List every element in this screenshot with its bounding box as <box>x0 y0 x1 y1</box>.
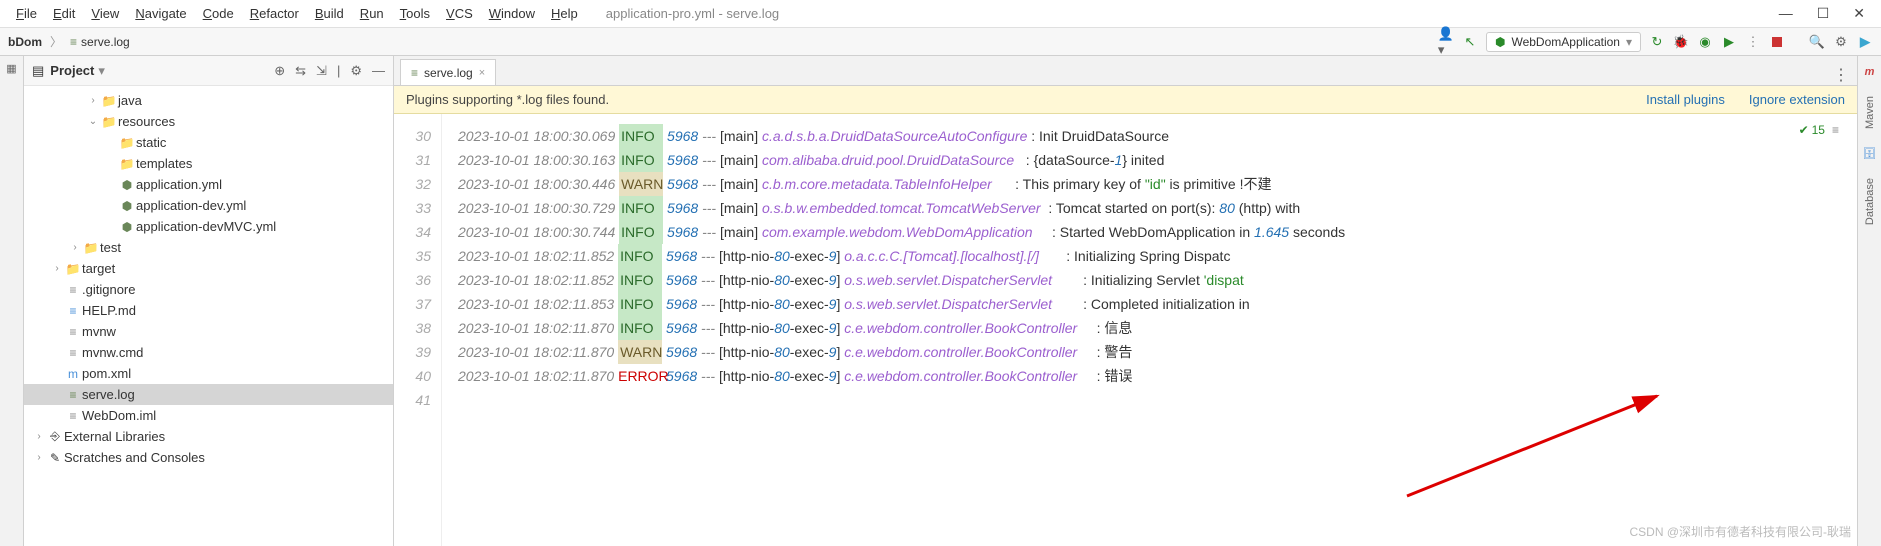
main-toolbar: bDom 〉 ≡ serve.log 👤▾ ↖ ⬢ WebDomApplicat… <box>0 28 1881 56</box>
project-panel-title: Project <box>50 63 94 78</box>
close-tab-icon[interactable]: × <box>479 67 485 79</box>
tree-item-mvnw[interactable]: ≡mvnw <box>24 321 393 342</box>
right-tool-strip: m Maven 🗄 Database <box>1857 56 1881 546</box>
coverage-icon[interactable]: ◉ <box>1697 34 1713 50</box>
tree-item-static[interactable]: 📁static <box>24 132 393 153</box>
install-plugins-link[interactable]: Install plugins <box>1646 92 1725 107</box>
log-line: 2023-10-01 18:00:30.163 INFO 5968 --- [m… <box>442 148 1857 172</box>
tree-item-webdom-iml[interactable]: ≡WebDom.iml <box>24 405 393 426</box>
project-tree[interactable]: ›📁java⌄📁resources📁static📁templates⬢appli… <box>24 86 393 546</box>
sync-icon[interactable]: ↻ <box>1649 34 1665 50</box>
menu-window[interactable]: Window <box>481 3 543 24</box>
log-line: 2023-10-01 18:02:11.853 INFO 5968 --- [h… <box>442 292 1857 316</box>
hide-icon[interactable]: — <box>372 63 385 79</box>
editor-tab-label: serve.log <box>424 66 473 80</box>
log-viewer[interactable]: 303132333435363738394041 ✔ 15 2023-10-01… <box>394 114 1857 546</box>
maven-tool-label[interactable]: Maven <box>1864 96 1876 129</box>
menu-build[interactable]: Build <box>307 3 352 24</box>
tree-item-target[interactable]: ›📁target <box>24 258 393 279</box>
maximize-icon[interactable]: ☐ <box>1817 5 1830 22</box>
locate-icon[interactable]: ⊕ <box>274 63 285 79</box>
log-line: 2023-10-01 18:00:30.729 INFO 5968 --- [m… <box>442 196 1857 220</box>
tree-item-application-devmvc-yml[interactable]: ⬢application-devMVC.yml <box>24 216 393 237</box>
tree-item-scratches-and-consoles[interactable]: ›✎Scratches and Consoles <box>24 447 393 468</box>
banner-text: Plugins supporting *.log files found. <box>406 92 609 107</box>
log-line: 2023-10-01 18:02:11.870 WARN 5968 --- [h… <box>442 340 1857 364</box>
menu-help[interactable]: Help <box>543 3 586 24</box>
tree-item-external-libraries[interactable]: ›⎆External Libraries <box>24 426 393 447</box>
menu-tools[interactable]: Tools <box>392 3 438 24</box>
tree-item-java[interactable]: ›📁java <box>24 90 393 111</box>
gear-icon[interactable]: ⚙ <box>350 63 362 79</box>
watermark: CSDN @深圳市有德者科技有限公司-耿瑞 <box>1629 523 1851 540</box>
plugins-banner: Plugins supporting *.log files found. In… <box>394 86 1857 114</box>
minimize-icon[interactable]: — <box>1779 5 1793 22</box>
database-tool-label[interactable]: Database <box>1864 178 1876 225</box>
inspection-badge[interactable]: ✔ 15 <box>1799 118 1839 142</box>
menu-run[interactable]: Run <box>352 3 392 24</box>
line-gutter: 303132333435363738394041 <box>394 114 442 546</box>
menu-bar: FileEditViewNavigateCodeRefactorBuildRun… <box>0 0 1881 28</box>
menu-vcs[interactable]: VCS <box>438 3 481 24</box>
menu-file[interactable]: File <box>8 3 45 24</box>
maven-tool-icon[interactable]: m <box>1865 66 1875 78</box>
run-config-selector[interactable]: ⬢ WebDomApplication ▾ <box>1486 32 1641 52</box>
editor-tab-serve-log[interactable]: ≡ serve.log × <box>400 59 496 85</box>
log-line: 2023-10-01 18:00:30.744 INFO 5968 --- [m… <box>442 220 1857 244</box>
log-line: 2023-10-01 18:02:11.852 INFO 5968 --- [h… <box>442 268 1857 292</box>
tree-item-templates[interactable]: 📁templates <box>24 153 393 174</box>
tree-item-serve-log[interactable]: ≡serve.log <box>24 384 393 405</box>
log-line: 2023-10-01 18:00:30.069 INFO 5968 --- [m… <box>442 124 1857 148</box>
profile-icon[interactable]: ▶ <box>1721 34 1737 50</box>
project-panel: ▤ Project ▾ ⊕ ⇆ ⇲ | ⚙ — ›📁java⌄📁resource… <box>24 56 394 546</box>
left-tool-strip: ▦ <box>0 56 24 546</box>
ignore-extension-link[interactable]: Ignore extension <box>1749 92 1845 107</box>
log-content: ✔ 15 2023-10-01 18:00:30.069 INFO 5968 -… <box>442 114 1857 546</box>
tree-item-resources[interactable]: ⌄📁resources <box>24 111 393 132</box>
menu-navigate[interactable]: Navigate <box>127 3 194 24</box>
close-icon[interactable]: ✕ <box>1853 5 1865 22</box>
collapse-icon[interactable]: ⇲ <box>316 63 327 79</box>
log-line: 2023-10-01 18:00:30.446 WARN 5968 --- [m… <box>442 172 1857 196</box>
breadcrumb-file: serve.log <box>81 35 130 49</box>
log-line: 2023-10-01 18:02:11.870 ERROR 5968 --- [… <box>442 364 1857 388</box>
editor-tabs-menu-icon[interactable]: ⋮ <box>1833 65 1857 85</box>
log-line: 2023-10-01 18:02:11.852 INFO 5968 --- [h… <box>442 244 1857 268</box>
add-user-icon[interactable]: 👤▾ <box>1438 34 1454 50</box>
stop-icon[interactable] <box>1769 34 1785 50</box>
tree-item-help-md[interactable]: ≡HELP.md <box>24 300 393 321</box>
attach-icon[interactable]: ⋮ <box>1745 34 1761 50</box>
settings-icon[interactable]: ⚙ <box>1833 34 1849 50</box>
tree-item-test[interactable]: ›📁test <box>24 237 393 258</box>
run-config-label: WebDomApplication <box>1511 35 1620 49</box>
breadcrumb[interactable]: bDom 〉 ≡ serve.log <box>8 33 130 50</box>
divider-icon: | <box>337 63 340 79</box>
menu-code[interactable]: Code <box>195 3 242 24</box>
editor-tabs: ≡ serve.log × ⋮ <box>394 56 1857 86</box>
database-tool-icon[interactable]: 🗄 <box>1863 147 1877 160</box>
project-tool-icon[interactable]: ▦ <box>6 62 16 75</box>
window-title: application-pro.yml - serve.log <box>606 6 779 21</box>
expand-icon[interactable]: ⇆ <box>295 63 306 79</box>
tree-item-pom-xml[interactable]: mpom.xml <box>24 363 393 384</box>
tree-item-application-yml[interactable]: ⬢application.yml <box>24 174 393 195</box>
project-panel-header: ▤ Project ▾ ⊕ ⇆ ⇲ | ⚙ — <box>24 56 393 86</box>
tree-item--gitignore[interactable]: ≡.gitignore <box>24 279 393 300</box>
back-arrow-icon[interactable]: ↖ <box>1462 34 1478 50</box>
project-view-icon[interactable]: ▤ <box>32 63 44 79</box>
log-line: 2023-10-01 18:02:11.870 INFO 5968 --- [h… <box>442 316 1857 340</box>
tree-item-mvnw-cmd[interactable]: ≡mvnw.cmd <box>24 342 393 363</box>
search-icon[interactable]: 🔍 <box>1809 34 1825 50</box>
breadcrumb-root: bDom <box>8 35 42 49</box>
menu-edit[interactable]: Edit <box>45 3 83 24</box>
menu-view[interactable]: View <box>83 3 127 24</box>
run-anything-icon[interactable]: ▶ <box>1857 34 1873 50</box>
editor-area: ≡ serve.log × ⋮ Plugins supporting *.log… <box>394 56 1857 546</box>
debug-bug-icon[interactable]: 🐞 <box>1673 34 1689 50</box>
menu-refactor[interactable]: Refactor <box>242 3 307 24</box>
tree-item-application-dev-yml[interactable]: ⬢application-dev.yml <box>24 195 393 216</box>
